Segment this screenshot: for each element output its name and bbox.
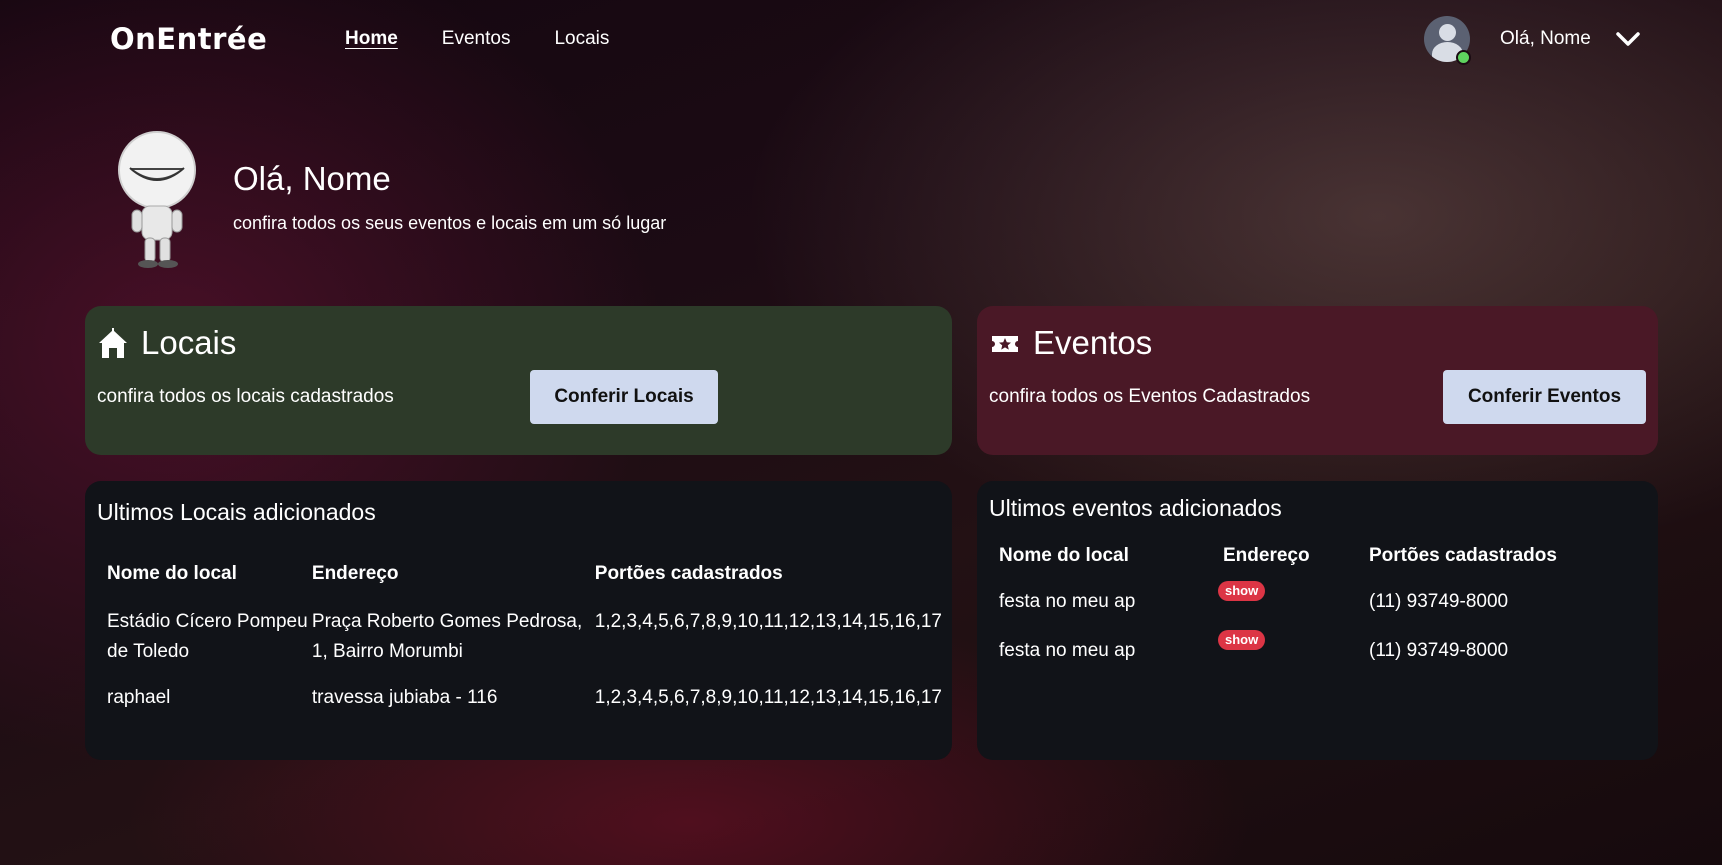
column-header: Portões cadastrados xyxy=(594,563,783,584)
nav-link-home[interactable]: Home xyxy=(345,28,398,50)
table-cell: raphael xyxy=(107,687,171,708)
table-cell: show xyxy=(1218,630,1369,681)
show-badge[interactable]: show xyxy=(1218,581,1266,601)
church-icon xyxy=(99,328,127,358)
latest-locais-panel: Ultimos Locais adicionados Nome do local… xyxy=(85,481,952,760)
table-header-row: Nome do local Endereço Portões cadastrad… xyxy=(999,545,1639,583)
eventos-table: Nome do local Endereço Portões cadastrad… xyxy=(999,545,1639,681)
show-badge[interactable]: show xyxy=(1218,630,1266,650)
column-header: Nome do local xyxy=(999,545,1129,566)
latest-eventos-panel: Ultimos eventos adicionados Nome do loca… xyxy=(977,481,1658,760)
table-cell: travessa jubiaba - 116 xyxy=(311,687,498,708)
nav-link-eventos[interactable]: Eventos xyxy=(442,28,511,50)
main-nav: Home Eventos Locais xyxy=(345,28,609,50)
eventos-card-title: Eventos xyxy=(1033,324,1153,361)
mascot-icon xyxy=(118,131,196,268)
column-header: Endereço xyxy=(311,563,399,584)
table-row[interactable]: Estádio Cícero Pompeu de Toledo Praça Ro… xyxy=(107,603,942,683)
locais-card: Locais confira todos os locais cadastrad… xyxy=(85,306,952,455)
conferir-eventos-button[interactable]: Conferir Eventos xyxy=(1443,370,1646,424)
brand-logo[interactable]: OnEntrée xyxy=(110,22,267,56)
hero-title: Olá, Nome xyxy=(233,160,391,197)
online-status-dot xyxy=(1456,50,1471,65)
table-row[interactable]: raphael travessa jubiaba - 116 1,2,3,4,5… xyxy=(107,683,942,723)
table-cell: Estádio Cícero Pompeu de Toledo xyxy=(107,611,308,662)
avatar-head xyxy=(1439,24,1456,41)
table-cell: festa no meu ap xyxy=(999,591,1136,612)
table-cell: 1,2,3,4,5,6,7,8,9,10,11,12,13,14,15,16,1… xyxy=(594,611,942,632)
table-cell: festa no meu ap xyxy=(999,640,1136,661)
nav-link-locais[interactable]: Locais xyxy=(554,28,609,50)
latest-locais-title: Ultimos Locais adicionados xyxy=(97,499,376,525)
column-header: Nome do local xyxy=(107,563,237,584)
locais-card-description: confira todos os locais cadastrados xyxy=(97,386,394,407)
table-row[interactable]: festa no meu ap show (11) 93749-8000 xyxy=(999,581,1639,632)
ticket-icon xyxy=(992,336,1018,352)
hero-subtitle: confira todos os seus eventos e locais e… xyxy=(233,213,667,233)
table-cell: show xyxy=(1218,581,1369,632)
eventos-card-description: confira todos os Eventos Cadastrados xyxy=(989,386,1311,407)
column-header: Endereço xyxy=(1223,545,1310,566)
table-cell: 1,2,3,4,5,6,7,8,9,10,11,12,13,14,15,16,1… xyxy=(594,687,942,708)
table-cell: (11) 93749-8000 xyxy=(1369,591,1509,612)
conferir-locais-button[interactable]: Conferir Locais xyxy=(530,370,718,424)
user-greeting[interactable]: Olá, Nome xyxy=(1500,28,1591,50)
eventos-card: Eventos confira todos os Eventos Cadastr… xyxy=(977,306,1658,455)
locais-card-title: Locais xyxy=(141,324,237,361)
locais-table: Nome do local Endereço Portões cadastrad… xyxy=(107,563,942,723)
table-header-row: Nome do local Endereço Portões cadastrad… xyxy=(107,563,942,603)
latest-eventos-title: Ultimos eventos adicionados xyxy=(989,495,1282,521)
table-cell: (11) 93749-8000 xyxy=(1369,640,1509,661)
chevron-down-icon[interactable] xyxy=(1615,31,1641,47)
table-cell: Praça Roberto Gomes Pedrosa, 1, Bairro M… xyxy=(311,611,583,662)
top-navbar: OnEntrée Home Eventos Locais Olá, Nome xyxy=(0,0,1722,84)
column-header: Portões cadastrados xyxy=(1369,545,1557,566)
table-row[interactable]: festa no meu ap show (11) 93749-8000 xyxy=(999,630,1639,681)
